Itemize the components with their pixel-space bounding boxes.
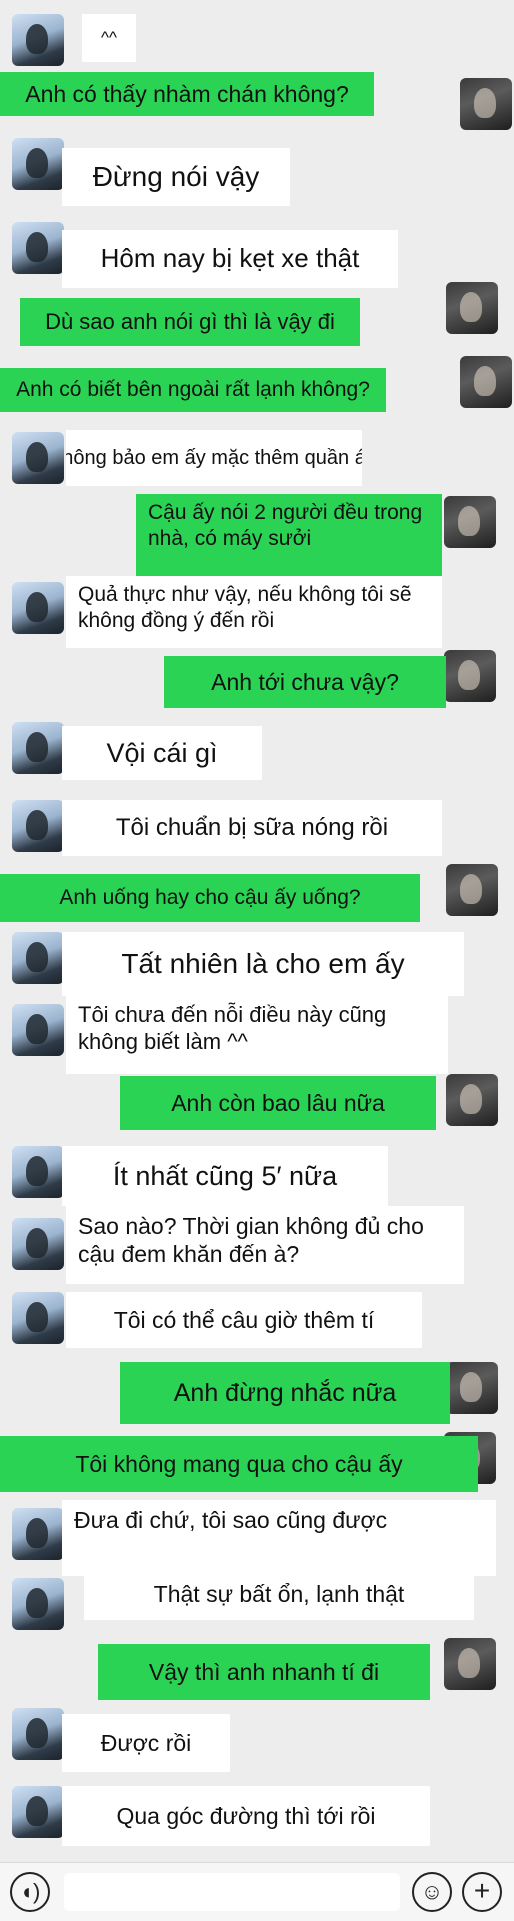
- message-text: Thật sự bất ổn, lạnh thật: [153, 1580, 405, 1607]
- incoming-message[interactable]: ^^: [82, 14, 136, 62]
- message-text: Tôi chuẩn bị sữa nóng rồi: [115, 814, 389, 842]
- message-text: Cậu ấy nói 2 người đều trong nhà, có máy…: [148, 501, 423, 550]
- outgoing-message[interactable]: Tôi không mang qua cho cậu ấy: [0, 1436, 478, 1492]
- contact-avatar[interactable]: [12, 722, 64, 774]
- incoming-message[interactable]: Thật sự bất ổn, lạnh thật: [84, 1568, 474, 1620]
- outgoing-message[interactable]: Anh tới chưa vậy?: [164, 656, 446, 708]
- self-avatar[interactable]: [460, 356, 512, 408]
- contact-avatar[interactable]: [12, 800, 64, 852]
- incoming-message[interactable]: Cậu không bảo em ấy mặc thêm quần áo à ^…: [66, 430, 362, 486]
- contact-avatar[interactable]: [12, 1146, 64, 1198]
- outgoing-message[interactable]: Anh có thấy nhàm chán không?: [0, 72, 374, 116]
- outgoing-message[interactable]: Dù sao anh nói gì thì là vậy đi: [20, 298, 360, 346]
- self-avatar[interactable]: [446, 1074, 498, 1126]
- incoming-message[interactable]: Tôi chưa đến nỗi điều này cũng không biế…: [66, 996, 448, 1074]
- self-avatar[interactable]: [446, 864, 498, 916]
- self-avatar[interactable]: [446, 282, 498, 334]
- incoming-message[interactable]: Tôi chuẩn bị sữa nóng rồi: [62, 800, 442, 856]
- contact-avatar[interactable]: [12, 1508, 64, 1560]
- contact-avatar[interactable]: [12, 1292, 64, 1344]
- message-text: Anh có biết bên ngoài rất lạnh không?: [16, 378, 370, 402]
- contact-avatar[interactable]: [12, 432, 64, 484]
- message-text: Anh còn bao lâu nữa: [171, 1089, 385, 1116]
- incoming-message[interactable]: Đừng nói vậy: [62, 148, 290, 206]
- message-text: Tất nhiên là cho em ấy: [121, 947, 405, 979]
- message-text: Tôi có thể câu giờ thêm tí: [113, 1306, 375, 1333]
- message-text: Anh có thấy nhàm chán không?: [25, 80, 349, 107]
- message-text: Ít nhất cũng 5′ nữa: [112, 1160, 338, 1191]
- contact-avatar[interactable]: [12, 1786, 64, 1838]
- message-text: Vậy thì anh nhanh tí đi: [148, 1658, 380, 1685]
- contact-avatar[interactable]: [12, 582, 64, 634]
- voice-button[interactable]: ◖): [10, 1872, 50, 1912]
- self-avatar[interactable]: [460, 78, 512, 130]
- message-text: Cậu không bảo em ấy mặc thêm quần áo à ^…: [66, 446, 362, 469]
- message-text: Qua góc đường thì tới rồi: [116, 1802, 376, 1829]
- outgoing-message[interactable]: Anh còn bao lâu nữa: [120, 1076, 436, 1130]
- plus-icon: +: [473, 1875, 491, 1906]
- outgoing-message[interactable]: Anh uống hay cho cậu ấy uống?: [0, 874, 420, 922]
- incoming-message[interactable]: Vội cái gì: [62, 726, 262, 780]
- message-text: Dù sao anh nói gì thì là vậy đi: [45, 308, 335, 334]
- self-avatar[interactable]: [444, 1638, 496, 1690]
- incoming-message[interactable]: Hôm nay bị kẹt xe thật: [62, 230, 398, 288]
- incoming-message[interactable]: Tất nhiên là cho em ấy: [62, 932, 464, 996]
- message-text: Quả thực như vậy, nếu không tôi sẽ không…: [78, 583, 412, 632]
- message-text: Đưa đi chứ, tôi sao cũng được: [74, 1507, 388, 1533]
- outgoing-message[interactable]: Cậu ấy nói 2 người đều trong nhà, có máy…: [136, 494, 442, 582]
- message-input[interactable]: [64, 1873, 400, 1911]
- message-text: Anh uống hay cho cậu ấy uống?: [59, 886, 361, 910]
- message-text: Anh đừng nhắc nữa: [173, 1378, 397, 1407]
- contact-avatar[interactable]: [12, 1004, 64, 1056]
- outgoing-message[interactable]: Anh có biết bên ngoài rất lạnh không?: [0, 368, 386, 412]
- self-avatar[interactable]: [444, 496, 496, 548]
- contact-avatar[interactable]: [12, 222, 64, 274]
- self-avatar[interactable]: [446, 1362, 498, 1414]
- contact-avatar[interactable]: [12, 1218, 64, 1270]
- self-avatar[interactable]: [444, 650, 496, 702]
- message-text: ^^: [101, 27, 117, 47]
- message-text: Sao nào? Thời gian không đủ cho cậu đem …: [78, 1213, 424, 1268]
- emoji-icon: ☺: [420, 1879, 444, 1904]
- incoming-message[interactable]: Sao nào? Thời gian không đủ cho cậu đem …: [66, 1206, 464, 1284]
- incoming-message[interactable]: Quả thực như vậy, nếu không tôi sẽ không…: [66, 576, 442, 648]
- input-bar: ◖) ☺ +: [0, 1862, 514, 1921]
- incoming-message[interactable]: Tôi có thể câu giờ thêm tí: [66, 1292, 422, 1348]
- message-text: Hôm nay bị kẹt xe thật: [100, 243, 360, 274]
- message-text: Vội cái gì: [106, 737, 218, 768]
- message-text: Đừng nói vậy: [92, 160, 260, 192]
- incoming-message[interactable]: Đưa đi chứ, tôi sao cũng được: [62, 1500, 496, 1576]
- outgoing-message[interactable]: Vậy thì anh nhanh tí đi: [98, 1644, 430, 1700]
- voice-icon: ◖): [19, 1879, 41, 1904]
- message-text: Được rồi: [100, 1729, 192, 1756]
- contact-avatar[interactable]: [12, 14, 64, 66]
- message-text: Tôi không mang qua cho cậu ấy: [75, 1450, 403, 1477]
- outgoing-message[interactable]: Anh đừng nhắc nữa: [120, 1362, 450, 1424]
- incoming-message[interactable]: Ít nhất cũng 5′ nữa: [62, 1146, 388, 1206]
- message-text: Tôi chưa đến nỗi điều này cũng không biế…: [78, 1002, 387, 1054]
- contact-avatar[interactable]: [12, 1708, 64, 1760]
- plus-button[interactable]: +: [462, 1872, 502, 1912]
- incoming-message[interactable]: Được rồi: [62, 1714, 230, 1772]
- contact-avatar[interactable]: [12, 138, 64, 190]
- contact-avatar[interactable]: [12, 932, 64, 984]
- message-text: Anh tới chưa vậy?: [211, 668, 399, 695]
- emoji-button[interactable]: ☺: [412, 1872, 452, 1912]
- incoming-message[interactable]: Qua góc đường thì tới rồi: [62, 1786, 430, 1846]
- contact-avatar[interactable]: [12, 1578, 64, 1630]
